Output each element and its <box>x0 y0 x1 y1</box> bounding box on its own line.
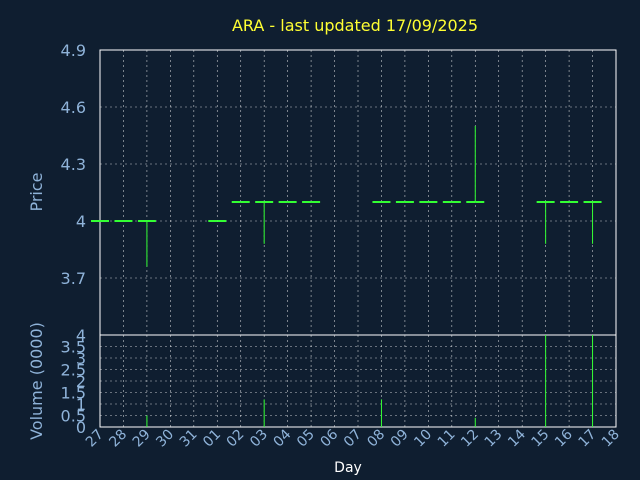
day-tick-labels: 27 28 29 30 31 01 02 03 04 05 06 07 08 09 10 11 12 13 14 15… <box>83 426 623 450</box>
volume-axis-label: Volume (0000) <box>27 322 46 440</box>
day-axis-label: Day <box>334 460 362 476</box>
chart-background <box>0 0 640 480</box>
volume-tick-label: 4 <box>76 326 86 345</box>
price-tick-label: 4.3 <box>61 155 86 174</box>
price-tick-label: 4.6 <box>61 98 86 117</box>
price-axis-label: Price <box>27 172 46 211</box>
chart-title: ARA - last updated 17/09/2025 <box>232 16 478 35</box>
stock-chart: ARA - last updated 17/09/2025 Price Volu… <box>0 0 640 480</box>
price-tick-label: 4 <box>76 212 86 231</box>
price-tick-label: 4.9 <box>61 41 86 60</box>
chart-stage: ARA - last updated 17/09/2025 Price Volu… <box>0 0 640 480</box>
price-tick-label: 3.7 <box>61 269 86 288</box>
